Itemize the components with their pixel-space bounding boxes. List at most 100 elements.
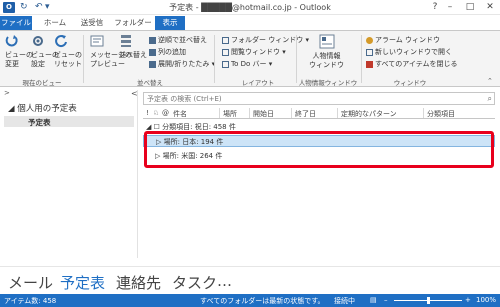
nav-tasks[interactable]: タスク (172, 272, 217, 293)
arrange-by-label: 並べ替え (119, 51, 147, 59)
reverse-sort-label: 逆順で並べ替え (158, 36, 207, 44)
minimize-button[interactable]: – (441, 1, 459, 13)
group-label-people-pane: 人物情報ウィンドウ (298, 79, 358, 87)
maximize-button[interactable]: □ (461, 1, 479, 13)
calendar-folder-item[interactable]: 予定表 (4, 116, 134, 127)
column-subject[interactable]: 件名 (173, 109, 187, 119)
reverse-sort-button[interactable]: 逆順で並べ替え (149, 35, 207, 45)
nav-calendar[interactable]: 予定表 (60, 272, 105, 293)
dropdown-arrow-icon: ▾ (282, 48, 286, 56)
item-count: アイテム数: 458 (4, 297, 57, 305)
tab-home[interactable]: ホーム (38, 16, 72, 30)
search-input[interactable] (144, 93, 494, 104)
reading-pane-button[interactable]: 閲覧ウィンドウ ▾ (222, 47, 286, 57)
expand-collapse-icon (149, 60, 156, 68)
folder-pane-icon (222, 36, 229, 44)
column-attachment[interactable]: @ (162, 109, 169, 117)
reading-pane-label: 閲覧ウィンドウ (231, 48, 280, 56)
expand-collapse-label: 展開/折りたたみ (158, 60, 210, 68)
outlook-logo-icon: O (3, 2, 15, 13)
ribbon-divider (83, 35, 84, 83)
dropdown-arrow-icon: ▾ (268, 60, 273, 68)
gear-icon (33, 36, 43, 46)
close-all-icon (366, 60, 373, 68)
send-receive-icon[interactable]: ↻ (20, 2, 28, 13)
add-column-label: 列の追加 (158, 48, 186, 56)
arrange-by-icon (121, 35, 131, 47)
change-view-label: ビューの 変更 (5, 51, 33, 68)
tab-folder[interactable]: フォルダー (114, 16, 152, 30)
qat-dropdown-icon[interactable]: ▾ (45, 2, 50, 13)
column-divider (423, 108, 424, 118)
tab-view[interactable]: 表示 (155, 16, 185, 30)
people-pane-button[interactable]: 人物情報 ウィンドウ (309, 34, 344, 70)
column-start[interactable]: 開始日 (253, 109, 274, 119)
group-label-window: ウィンドウ (393, 79, 427, 87)
window-title-account: █████@hotmail.co.jp - Outlook (201, 3, 331, 12)
ribbon: ビューの 変更 ビューの 設定 ビューの リセット 現在のビュー メッセージの … (0, 30, 500, 87)
zoom-in-button[interactable]: + (465, 296, 471, 304)
search-box[interactable]: ⌕ (143, 92, 495, 105)
open-new-window-button[interactable]: 新しいウィンドウで開く (366, 47, 452, 57)
sync-status: すべてのフォルダーは最新の状態です。 (200, 297, 325, 305)
zoom-out-button[interactable]: – (384, 296, 388, 304)
ribbon-divider (361, 35, 362, 83)
todo-bar-button[interactable]: To Do バー ▾ (222, 59, 272, 69)
reminders-window-button[interactable]: アラーム ウィンドウ (366, 35, 440, 45)
add-column-button[interactable]: 列の追加 (149, 47, 186, 57)
window-title: 予定表 - █████@hotmail.co.jp - Outlook (130, 2, 370, 13)
reset-view-icon (55, 35, 67, 48)
ribbon-divider (214, 35, 215, 83)
change-view-button[interactable]: ビューの 変更 (5, 34, 33, 69)
column-end[interactable]: 終了日 (295, 109, 316, 119)
connection-status: 接続中 (334, 297, 355, 305)
reminders-window-label: アラーム ウィンドウ (375, 36, 441, 44)
tab-send-receive[interactable]: 送受信 (76, 16, 108, 30)
title-bar: O ↻ ↶ ▾ 予定表 - █████@hotmail.co.jp - Outl… (0, 0, 500, 15)
calendar-folder-label: 予定表 (28, 118, 51, 127)
search-icon[interactable]: ⌕ (488, 94, 492, 104)
folder-pane-label: フォルダー ウィンドウ (231, 36, 304, 44)
column-location[interactable]: 場所 (223, 109, 237, 119)
bottom-navigation: メール 予定表 連絡先 タスク … (0, 266, 500, 294)
nav-mail[interactable]: メール (8, 272, 53, 293)
todo-bar-label: To Do バー (231, 60, 267, 68)
ribbon-divider (296, 35, 297, 83)
nav-more-button[interactable]: … (217, 272, 232, 290)
nav-people[interactable]: 連絡先 (116, 272, 161, 293)
annotation-highlight-box (144, 131, 494, 168)
collapse-pane-icon[interactable]: < (131, 89, 138, 98)
reset-view-button[interactable]: ビューの リセット (54, 34, 82, 69)
collapse-ribbon-icon[interactable]: ⌃ (487, 77, 493, 85)
zoom-slider-thumb[interactable] (427, 297, 430, 304)
close-all-items-button[interactable]: すべてのアイテムを閉じる (366, 59, 458, 69)
message-preview-icon (90, 35, 104, 47)
column-divider (219, 108, 220, 118)
status-bar: アイテム数: 458 すべてのフォルダーは最新の状態です。 接続中 ▤ – + … (0, 294, 500, 307)
column-recurrence[interactable]: 定期的なパターン (341, 109, 397, 119)
normal-view-icon[interactable]: ▤ (370, 296, 377, 304)
column-importance[interactable]: ! (146, 109, 149, 117)
new-window-icon (366, 48, 373, 56)
ribbon-tabs: ファイル ホーム 送受信 フォルダー 表示 (0, 15, 500, 30)
column-icon[interactable]: ♘ (153, 109, 159, 117)
group-label-arrangement: 並べ替え (137, 79, 163, 87)
expand-collapse-button[interactable]: 展開/折りたたみ ▾ (149, 59, 215, 69)
reverse-sort-icon (149, 36, 156, 44)
close-button[interactable]: ✕ (481, 1, 499, 13)
column-header: ! ♘ @ 件名 場所 開始日 終了日 定期的なパターン 分類項目 (143, 107, 495, 119)
change-view-icon (5, 35, 18, 47)
zoom-level[interactable]: 100% (476, 296, 496, 304)
column-categories[interactable]: 分類項目 (427, 109, 455, 119)
column-divider (291, 108, 292, 118)
my-calendars-section[interactable]: ◢ 個人用の予定表 (8, 102, 77, 114)
open-new-window-label: 新しいウィンドウで開く (375, 48, 452, 56)
expand-pane-icon[interactable]: > (4, 89, 10, 97)
bell-icon (366, 36, 373, 44)
add-column-icon (149, 48, 156, 56)
folder-pane: ◢ 個人用の予定表 予定表 (0, 90, 138, 258)
undo-icon[interactable]: ↶ (35, 2, 43, 13)
arrange-by-button[interactable]: 並べ替え (119, 34, 147, 60)
group-label-layout: レイアウト (241, 79, 275, 87)
tab-file[interactable]: ファイル (0, 16, 32, 30)
